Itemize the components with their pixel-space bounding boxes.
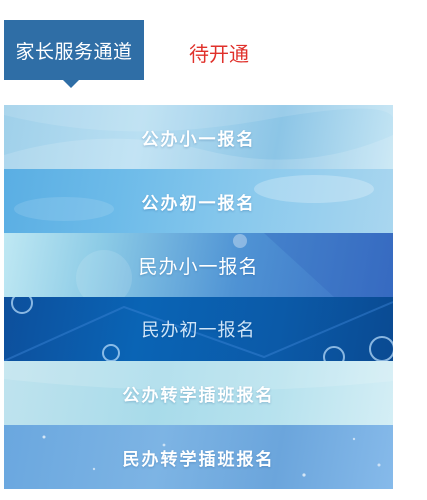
parent-service-tab-label: 家长服务通道 bbox=[15, 40, 133, 63]
banner-label: 公办转学插班报名 bbox=[122, 385, 275, 406]
tab-pointer-arrow-icon bbox=[63, 80, 79, 88]
banner-list: 公办小一报名 公办初一报名 民办小一报名 民办初一报名 公办转学插班报名 民办转… bbox=[4, 105, 393, 489]
public-primary-registration-banner[interactable]: 公办小一报名 bbox=[4, 105, 393, 169]
private-junior-registration-banner[interactable]: 民办初一报名 bbox=[4, 297, 393, 361]
banner-label: 公办小一报名 bbox=[141, 129, 256, 150]
public-transfer-registration-banner[interactable]: 公办转学插班报名 bbox=[4, 361, 393, 425]
banner-label: 民办小一报名 bbox=[138, 255, 259, 278]
private-primary-registration-banner[interactable]: 民办小一报名 bbox=[4, 233, 393, 297]
status-text: 待开通 bbox=[189, 42, 249, 66]
private-transfer-registration-banner[interactable]: 民办转学插班报名 bbox=[4, 425, 393, 489]
public-junior-registration-banner[interactable]: 公办初一报名 bbox=[4, 169, 393, 233]
banner-label: 民办初一报名 bbox=[141, 320, 256, 341]
parent-service-tab[interactable]: 家长服务通道 bbox=[4, 20, 144, 80]
banner-label: 公办初一报名 bbox=[141, 193, 256, 214]
banner-label: 民办转学插班报名 bbox=[122, 449, 275, 470]
